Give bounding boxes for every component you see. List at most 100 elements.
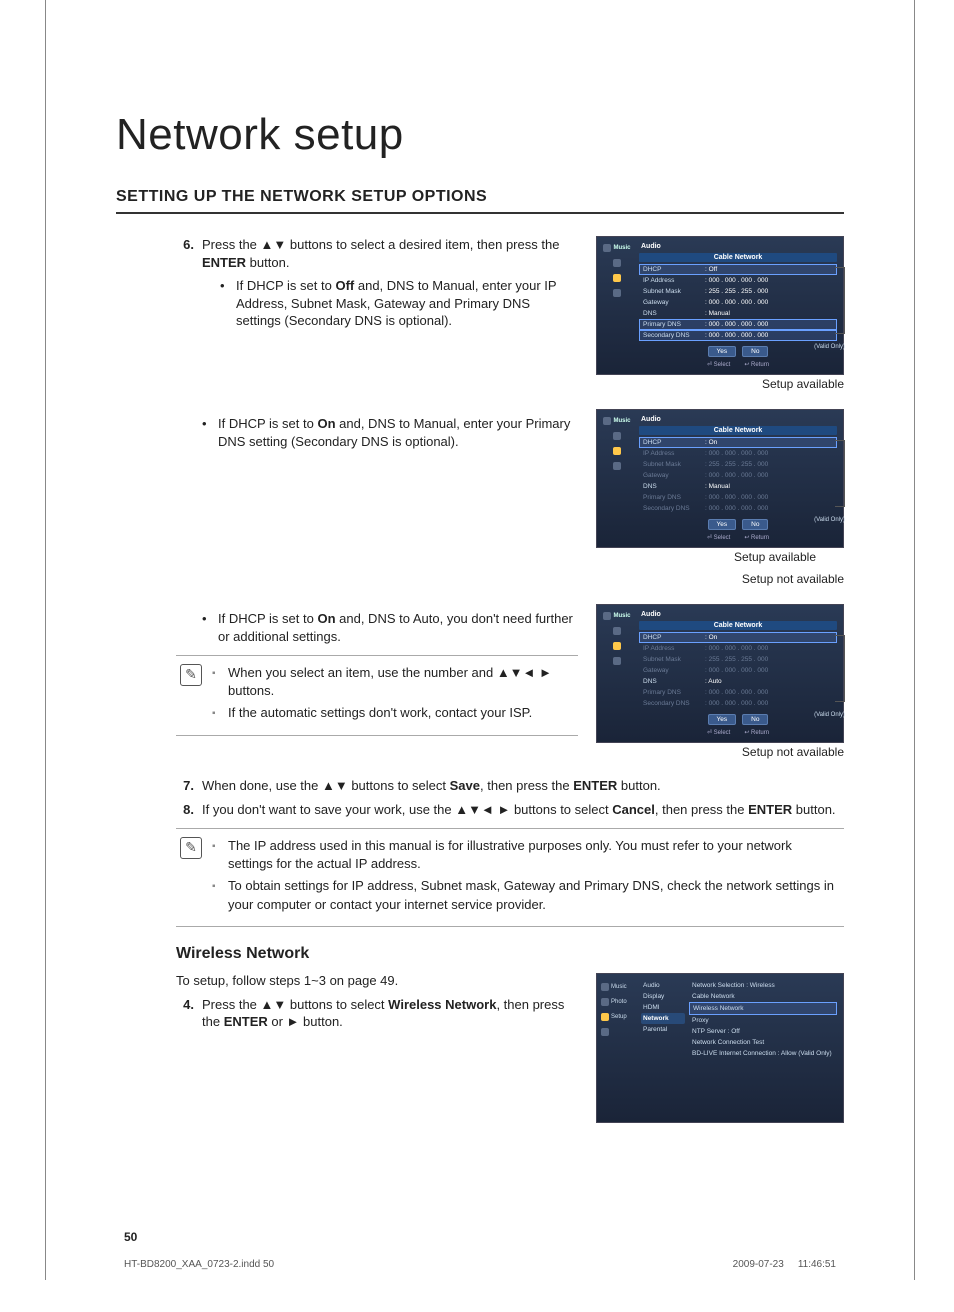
field-ip: IP Address: 000 . 000 . 000 . 000 — [639, 448, 837, 459]
pencil-icon: ✎ — [180, 837, 202, 859]
step-4-num: 4. — [176, 996, 194, 1031]
label: IP Address — [643, 277, 701, 284]
label: IP Address — [643, 450, 701, 457]
bracket-icon — [835, 635, 845, 702]
sidebar-label: Setup — [611, 1014, 627, 1020]
valid-only-label: (Valid Only) — [814, 712, 845, 718]
no-button[interactable]: No — [742, 519, 768, 530]
line-bdlive[interactable]: BD-LIVE Internet Connection : Allow (Val… — [689, 1048, 837, 1059]
tip-text: If the automatic settings don't work, co… — [228, 704, 532, 722]
field-sdns[interactable]: Secondary DNS: 000 . 000 . 000 . 000 — [639, 330, 837, 341]
line-network-connection-test[interactable]: Network Connection Test — [689, 1037, 837, 1048]
off-bold: Off — [335, 278, 354, 293]
no-button[interactable]: No — [742, 714, 768, 725]
step-6-bullet-3: If DHCP is set to On and, DNS to Auto, y… — [202, 610, 578, 645]
music-icon — [603, 612, 611, 620]
gear-icon — [613, 447, 621, 455]
text: or — [268, 1014, 287, 1029]
value: : 000 . 000 . 000 . 000 — [705, 689, 833, 696]
label: Secondary DNS — [643, 505, 701, 512]
yes-button[interactable]: Yes — [708, 346, 737, 357]
label: Gateway — [643, 667, 701, 674]
hint-select: Select — [707, 361, 730, 368]
line-network-selection[interactable]: Network Selection : Wireless — [689, 980, 837, 991]
menu-parental[interactable]: Parental — [641, 1024, 685, 1035]
hint-select: Select — [707, 729, 730, 736]
no-button[interactable]: No — [742, 346, 768, 357]
panel-subheader: Cable Network — [639, 253, 837, 262]
text: If you don't want to save your work, use… — [202, 802, 455, 817]
text: buttons to select — [348, 778, 450, 793]
gear-icon — [601, 1013, 609, 1021]
field-pdns[interactable]: Primary DNS: 000 . 000 . 000 . 000 — [639, 319, 837, 330]
value: : 000 . 000 . 000 . 000 — [705, 505, 833, 512]
field-dhcp[interactable]: DHCP: Off — [639, 264, 837, 275]
menu-hdmi[interactable]: HDMI — [641, 1002, 685, 1013]
text: Press the — [202, 997, 261, 1012]
step-6: 6. Press the ▲▼ buttons to select a desi… — [176, 236, 578, 340]
text: button. — [299, 1014, 342, 1029]
step-8: 8. If you don't want to save your work, … — [176, 801, 844, 819]
label: DHCP — [643, 439, 701, 446]
value: : 000 . 000 . 000 . 000 — [705, 645, 833, 652]
save-bold: Save — [450, 778, 480, 793]
page-number: 50 — [124, 1230, 137, 1244]
field-gateway[interactable]: Gateway: 000 . 000 . 000 . 000 — [639, 297, 837, 308]
line-wireless-network[interactable]: Wireless Network — [689, 1002, 837, 1015]
valid-only-label: (Valid Only) — [814, 344, 845, 350]
field-dns[interactable]: DNS: Manual — [639, 481, 837, 492]
photo-icon — [613, 259, 621, 267]
field-dhcp[interactable]: DHCP: On — [639, 632, 837, 643]
music-icon — [603, 244, 611, 252]
field-dns[interactable]: DNS: Auto — [639, 676, 837, 687]
home-icon — [613, 657, 621, 665]
home-icon — [613, 462, 621, 470]
step-6-bullet-2: If DHCP is set to On and, DNS to Manual,… — [202, 415, 578, 450]
value: : Manual — [705, 310, 833, 317]
arrow-up-down-icon: ▲▼ — [322, 778, 348, 793]
step-8-num: 8. — [176, 801, 194, 819]
menu-audio[interactable]: Audio — [641, 980, 685, 991]
enter-bold: ENTER — [748, 802, 792, 817]
field-subnet: Subnet Mask: 255 . 255 . 255 . 000 — [639, 459, 837, 470]
line-cable-network[interactable]: Cable Network — [689, 991, 837, 1002]
menu-network[interactable]: Network — [641, 1013, 685, 1024]
footer-date: 2009-07-23 — [733, 1259, 784, 1270]
home-icon — [613, 289, 621, 297]
value: : 255 . 255 . 255 . 000 — [705, 461, 833, 468]
note-2: To obtain settings for IP address, Subne… — [212, 877, 840, 913]
arrow-up-down-icon: ▲▼ — [261, 997, 287, 1012]
value: : On — [705, 634, 833, 641]
hint-select: Select — [707, 534, 730, 541]
field-ip[interactable]: IP Address: 000 . 000 . 000 . 000 — [639, 275, 837, 286]
field-subnet[interactable]: Subnet Mask: 255 . 255 . 255 . 000 — [639, 286, 837, 297]
field-dns[interactable]: DNS: Manual — [639, 308, 837, 319]
note-text: The IP address used in this manual is fo… — [228, 837, 840, 873]
text: , then press the — [655, 802, 748, 817]
field-ip: IP Address: 000 . 000 . 000 . 000 — [639, 643, 837, 654]
tip-box-1: ✎ When you select an item, use the numbe… — [176, 655, 578, 736]
arrow-all-icon: ▲▼◄ ► — [455, 802, 510, 817]
caption-setup-available: Setup available — [596, 377, 844, 391]
yes-button[interactable]: Yes — [708, 714, 737, 725]
field-sdns: Secondary DNS : 000 . 000 . 000 . 000 — [639, 503, 837, 514]
step-4-wireless: 4. Press the ▲▼ buttons to select Wirele… — [176, 996, 578, 1031]
line-proxy[interactable]: Proxy — [689, 1015, 837, 1026]
yes-button[interactable]: Yes — [708, 519, 737, 530]
menu-display[interactable]: Display — [641, 991, 685, 1002]
field-gateway: Gateway: 000 . 000 . 000 . 000 — [639, 665, 837, 676]
text: button. — [617, 778, 660, 793]
caption-setup-not-available: Setup not available — [596, 745, 844, 759]
field-pdns: Primary DNS: 000 . 000 . 000 . 000 — [639, 492, 837, 503]
value: : 255 . 255 . 255 . 000 — [705, 288, 833, 295]
value: : 000 . 000 . 000 . 000 — [705, 299, 833, 306]
hint-return: Return — [744, 729, 769, 736]
wireless-network-bold: Wireless Network — [388, 997, 496, 1012]
music-icon — [601, 983, 609, 991]
field-dhcp[interactable]: DHCP : On — [639, 437, 837, 448]
wireless-heading: Wireless Network — [176, 945, 844, 963]
hint-return: Return — [744, 361, 769, 368]
value: : On — [705, 439, 833, 446]
line-ntp-server[interactable]: NTP Server : Off — [689, 1026, 837, 1037]
photo-icon — [613, 627, 621, 635]
